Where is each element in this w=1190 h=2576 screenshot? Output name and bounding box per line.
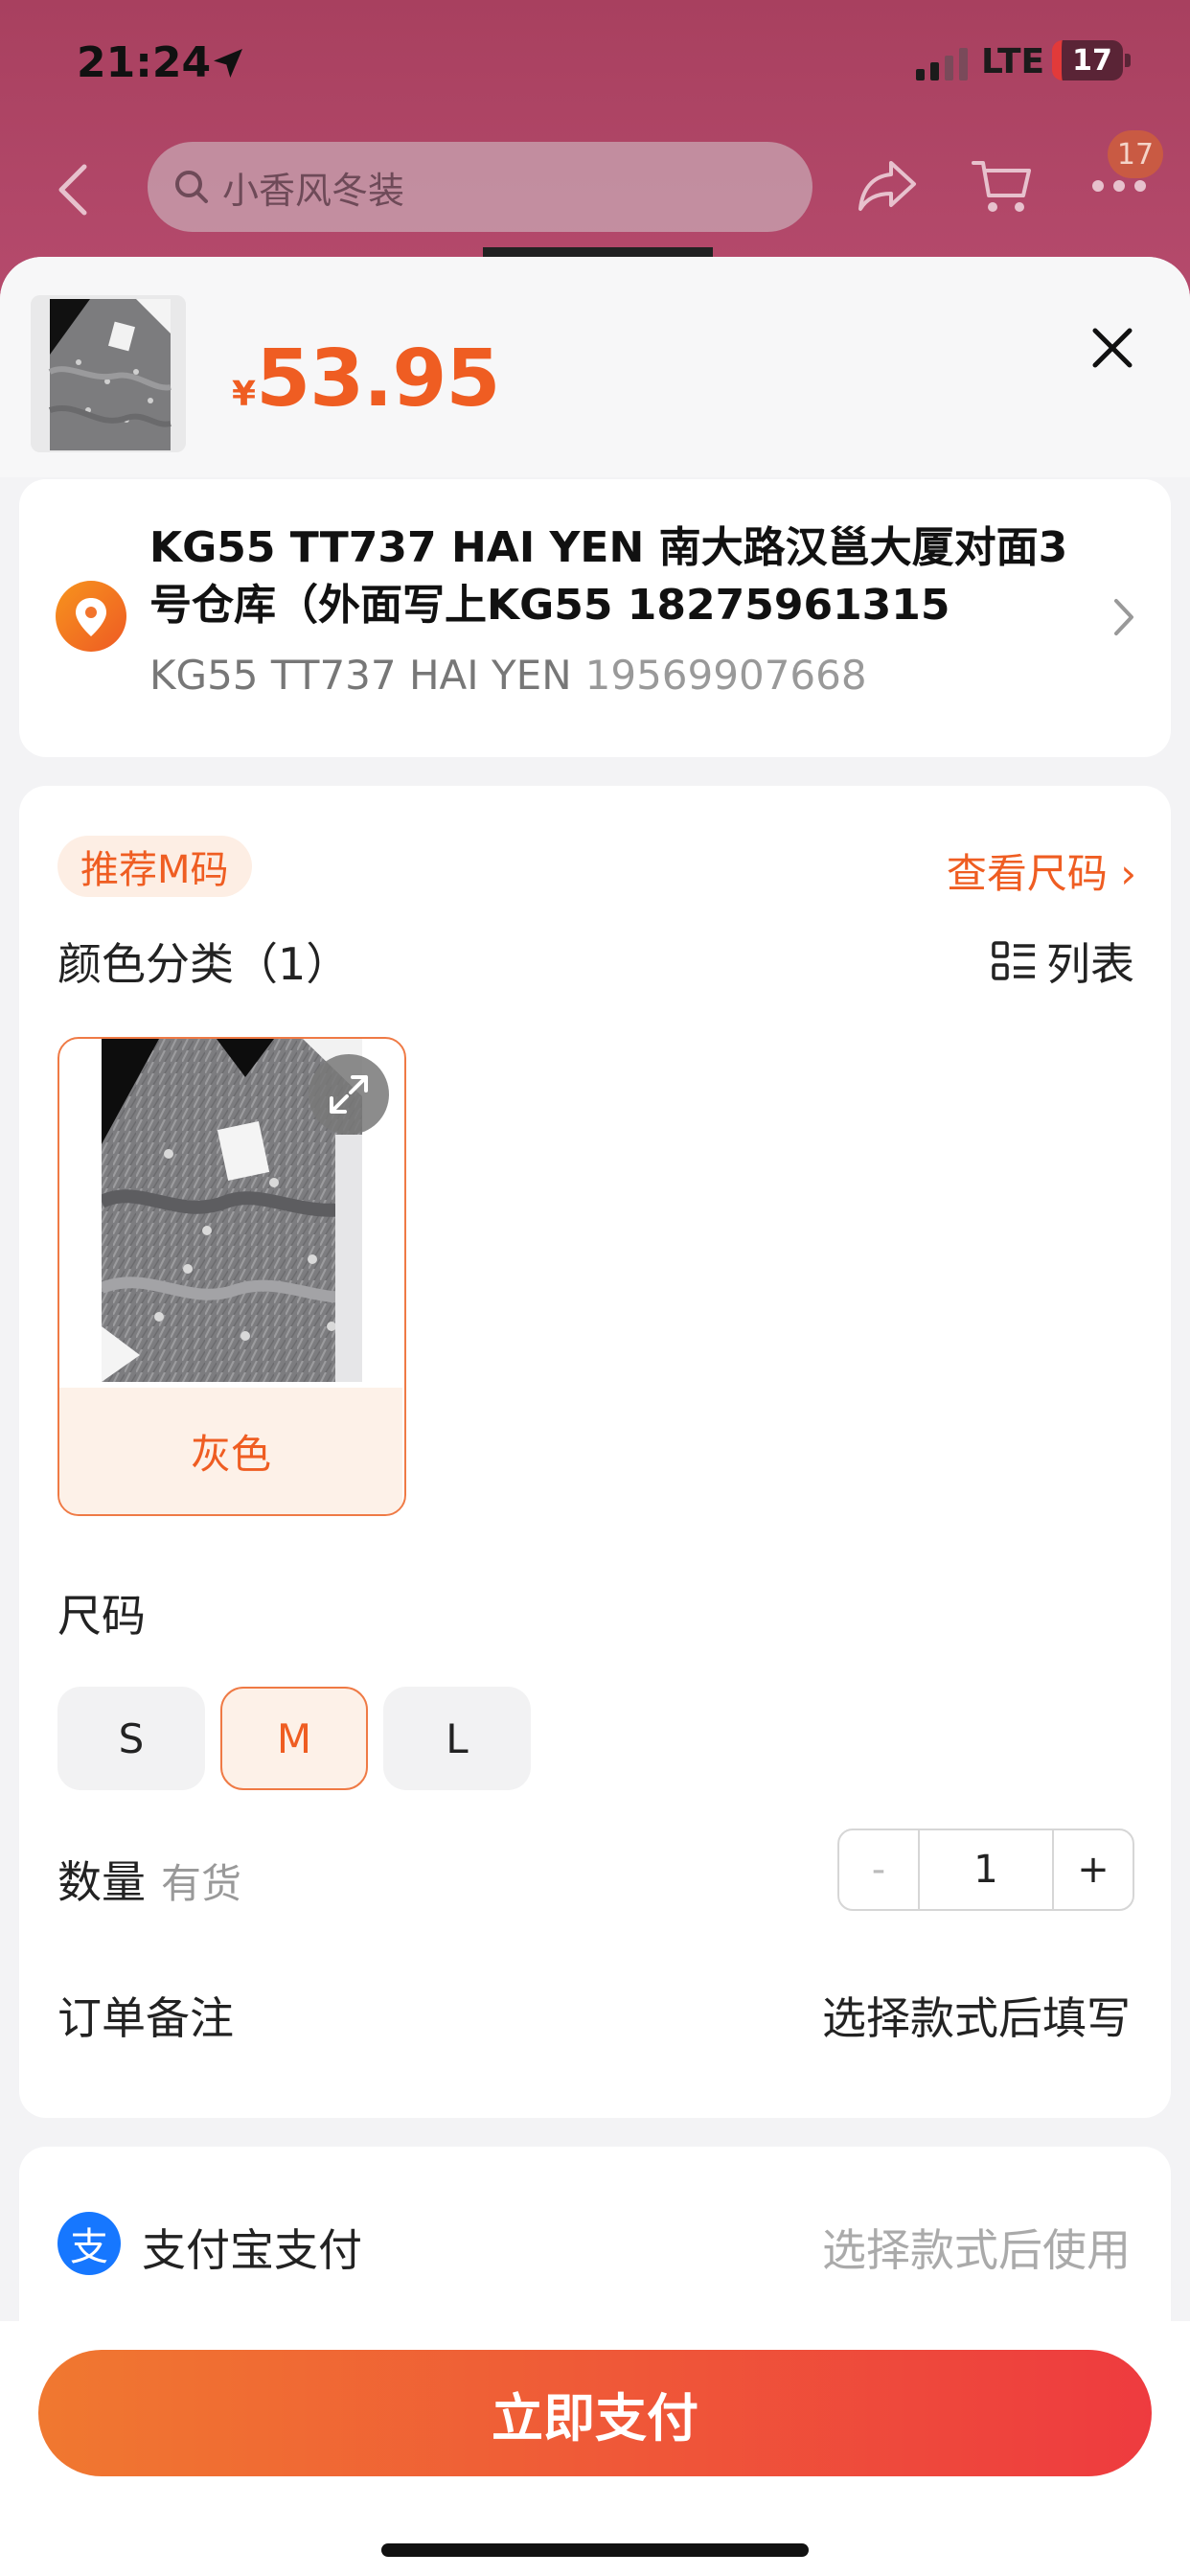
stock-status: 有货 xyxy=(161,1860,242,1907)
recipient-name: KG55 TT737 HAI YEN xyxy=(149,652,572,699)
payment-method-card[interactable]: 支 支付宝支付 选择款式后使用 xyxy=(19,2147,1171,2338)
price-currency: ¥ xyxy=(232,375,257,414)
recipient-phone: 19569907668 xyxy=(584,652,867,699)
product-thumbnail[interactable] xyxy=(31,295,186,452)
share-icon[interactable] xyxy=(857,157,918,215)
home-indicator xyxy=(381,2543,809,2557)
search-icon xyxy=(175,171,208,203)
search-placeholder: 小香风冬装 xyxy=(222,169,405,212)
search-input[interactable]: 小香风冬装 xyxy=(148,142,812,232)
notification-badge: 17 xyxy=(1108,130,1163,178)
signal-icon xyxy=(916,48,968,80)
sku-card: 推荐M码 查看尺码 › 颜色分类（1） 列表 灰色 尺码 S M L 数量 有货… xyxy=(19,786,1171,2118)
status-bar: 21:24 LTE 17 xyxy=(0,0,1190,134)
battery-indicator: 17 xyxy=(1052,40,1123,80)
product-price: ¥53.95 xyxy=(232,334,500,425)
status-time: 21:24 xyxy=(77,38,212,87)
chevron-right-icon xyxy=(1114,599,1133,635)
location-pin-icon xyxy=(56,581,126,652)
size-option-s[interactable]: S xyxy=(57,1687,205,1790)
list-icon xyxy=(992,941,1035,980)
background-tab-indicator xyxy=(483,247,713,257)
color-section-title: 颜色分类（1） xyxy=(57,938,351,990)
pay-now-button[interactable]: 立即支付 xyxy=(38,2350,1152,2476)
recommended-size-badge: 推荐M码 xyxy=(57,836,252,897)
back-icon[interactable] xyxy=(56,163,90,217)
payment-method-label: 支付宝支付 xyxy=(142,2224,362,2276)
quantity-title: 数量 xyxy=(57,1856,146,1908)
price-value: 53.95 xyxy=(256,334,500,425)
quantity-value[interactable]: 1 xyxy=(920,1830,1052,1909)
sku-selection-sheet: ¥53.95 KG55 TT737 HAI YEN 南大路汉邕大厦对面3号仓库（… xyxy=(0,257,1190,2576)
address-card[interactable]: KG55 TT737 HAI YEN 南大路汉邕大厦对面3号仓库（外面写上KG5… xyxy=(19,479,1171,757)
size-option-l[interactable]: L xyxy=(383,1687,531,1790)
list-toggle-label: 列表 xyxy=(1046,938,1134,990)
quantity-decrease-button[interactable]: - xyxy=(839,1830,920,1909)
size-option-m[interactable]: M xyxy=(220,1687,368,1790)
expand-icon xyxy=(330,1075,368,1114)
color-option-gray[interactable]: 灰色 xyxy=(57,1037,406,1516)
color-option-label: 灰色 xyxy=(59,1388,402,1514)
network-type: LTE xyxy=(981,42,1045,81)
quantity-increase-button[interactable]: + xyxy=(1052,1830,1133,1909)
alipay-icon: 支 xyxy=(57,2212,121,2275)
payment-method-hint: 选择款式后使用 xyxy=(822,2224,1131,2276)
list-view-toggle[interactable]: 列表 xyxy=(991,930,1134,993)
order-note-label: 订单备注 xyxy=(57,1992,234,2044)
close-icon[interactable] xyxy=(1090,326,1134,370)
address-text: KG55 TT737 HAI YEN 南大路汉邕大厦对面3号仓库（外面写上KG5… xyxy=(149,523,1068,630)
expand-image-button[interactable] xyxy=(309,1054,389,1135)
location-arrow-icon xyxy=(214,49,242,78)
battery-cap xyxy=(1125,54,1131,67)
size-section-title: 尺码 xyxy=(57,1590,146,1642)
cart-icon[interactable] xyxy=(972,157,1033,217)
address-recipient: KG55 TT737 HAI YEN 19569907668 xyxy=(149,652,867,699)
sweater-thumbnail-image xyxy=(31,295,186,452)
quantity-label: 数量 有货 xyxy=(57,1848,241,1911)
quantity-stepper: - 1 + xyxy=(837,1828,1134,1911)
size-chart-link[interactable]: 查看尺码 › xyxy=(947,841,1136,900)
order-note-value[interactable]: 选择款式后填写 xyxy=(822,1984,1131,2047)
